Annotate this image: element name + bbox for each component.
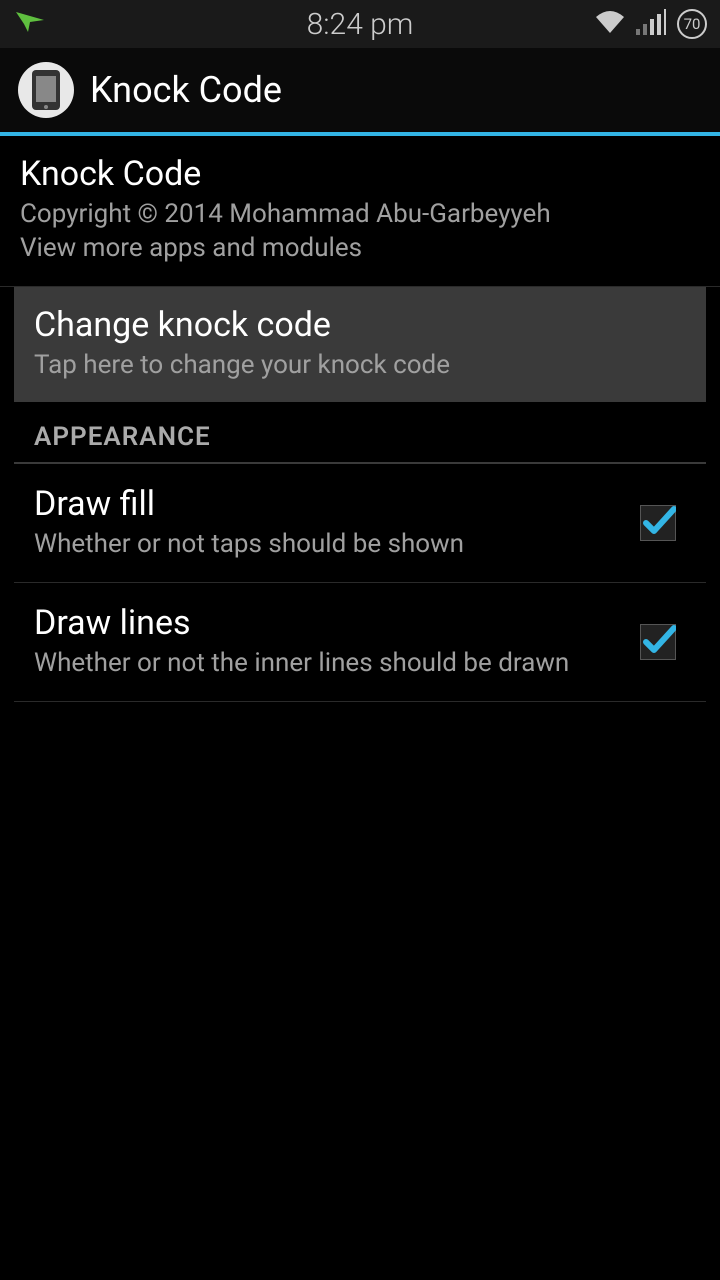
about-copyright: Copyright © 2014 Mohammad Abu-Garbeyyeh xyxy=(20,198,700,232)
draw-lines-checkbox[interactable] xyxy=(640,624,676,660)
draw-fill-checkbox[interactable] xyxy=(640,505,676,541)
battery-icon: 70 xyxy=(676,8,708,40)
change-title: Change knock code xyxy=(34,305,686,345)
draw-fill-title: Draw fill xyxy=(34,484,620,524)
battery-value: 70 xyxy=(684,15,701,33)
app-bar: Knock Code xyxy=(0,48,720,136)
status-left xyxy=(12,8,48,40)
status-time: 8:24 pm xyxy=(307,7,414,42)
draw-fill-item[interactable]: Draw fill Whether or not taps should be … xyxy=(14,464,706,583)
draw-lines-title: Draw lines xyxy=(34,603,620,643)
about-title: Knock Code xyxy=(20,154,700,194)
about-item[interactable]: Knock Code Copyright © 2014 Mohammad Abu… xyxy=(0,136,720,287)
section-appearance: APPEARANCE xyxy=(14,402,706,464)
draw-lines-sub: Whether or not the inner lines should be… xyxy=(34,647,620,681)
change-knock-code-item[interactable]: Change knock code Tap here to change you… xyxy=(14,287,706,403)
status-bar: 8:24 pm 70 xyxy=(0,0,720,48)
plane-icon xyxy=(12,8,48,40)
app-title: Knock Code xyxy=(90,69,282,111)
status-right: 70 xyxy=(594,8,708,40)
check-icon xyxy=(640,503,676,543)
about-more: View more apps and modules xyxy=(20,232,700,266)
draw-fill-sub: Whether or not taps should be shown xyxy=(34,528,620,562)
draw-lines-item[interactable]: Draw lines Whether or not the inner line… xyxy=(14,583,706,702)
wifi-icon xyxy=(594,9,626,39)
signal-icon xyxy=(636,9,666,39)
app-icon xyxy=(18,62,74,118)
change-sub: Tap here to change your knock code xyxy=(34,349,686,383)
check-icon xyxy=(640,622,676,662)
